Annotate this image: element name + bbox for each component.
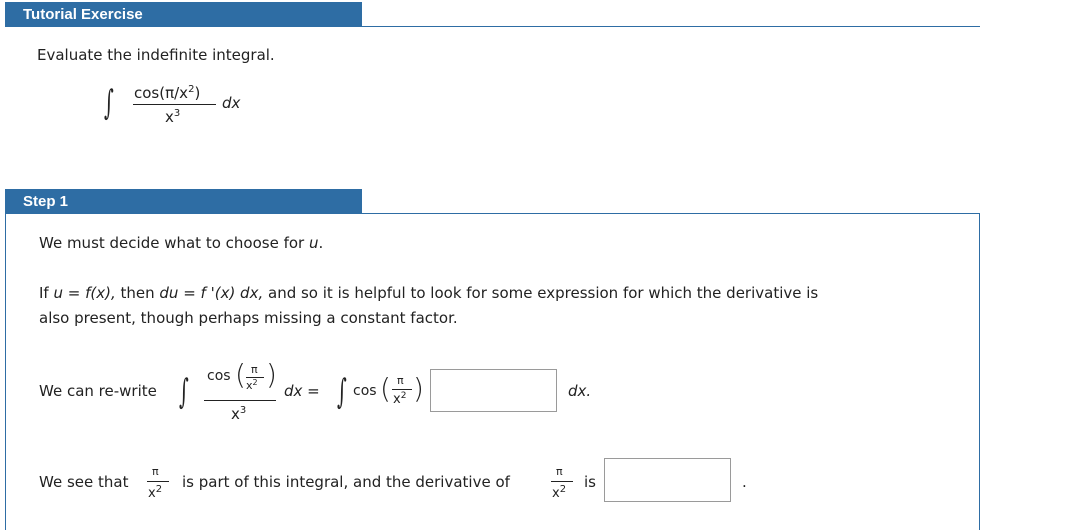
see-x2-1: x2	[148, 484, 163, 501]
rewrite-dx-equals: dx =	[284, 382, 320, 400]
see-x2-2: x2	[552, 484, 567, 501]
step1-line3: also present, though perhaps missing a c…	[39, 309, 458, 327]
tutorial-rule	[5, 26, 980, 27]
rewrite-denominator: x3	[231, 405, 247, 423]
rewrite-integral-sign-left: ∫	[178, 372, 189, 412]
see-is-text: is	[584, 473, 596, 491]
rewrite-paren-right-open: (	[380, 372, 391, 405]
rewrite-pi-left: π	[251, 363, 258, 376]
step1-title: Step 1	[23, 193, 69, 210]
derivative-answer-input[interactable]	[604, 458, 731, 502]
integral-numerator: cos(π/x2)	[134, 84, 201, 102]
tutorial-title: Tutorial Exercise	[23, 6, 143, 23]
rewrite-x2-right: x2	[393, 391, 407, 407]
rewrite-cos-left: cos	[207, 368, 231, 384]
see-middle-text: is part of this integral, and the deriva…	[182, 473, 510, 491]
step1-line2: If u = f(x), then du = f '(x) dx, and so…	[39, 284, 819, 302]
step1-line1: We must decide what to choose for u.	[39, 234, 324, 252]
see-bar-1	[147, 481, 169, 482]
see-pi-2: π	[556, 465, 563, 478]
see-end-period: .	[742, 473, 747, 491]
rewrite-fraction-bar	[204, 400, 276, 401]
rewrite-pi-right: π	[397, 374, 404, 387]
tutorial-header: Tutorial Exercise	[5, 2, 362, 27]
integral-sign: ∫	[103, 83, 114, 123]
rewrite-cos-right: cos	[353, 383, 377, 399]
rewrite-inner-bar-right	[392, 389, 412, 390]
rewrite-paren-right-close: )	[413, 372, 424, 405]
rewrite-paren-left-close: )	[266, 358, 277, 391]
step1-box-right	[979, 213, 980, 530]
see-pi-1: π	[152, 465, 159, 478]
rewrite-x2-left: x2	[246, 378, 258, 392]
rewrite-paren-left-open: (	[235, 358, 246, 391]
integral-dx: dx	[222, 94, 241, 112]
step1-box-left	[5, 213, 6, 530]
rewrite-answer-input[interactable]	[430, 369, 557, 412]
step1-header: Step 1	[5, 189, 362, 214]
rewrite-integral-sign-right: ∫	[336, 372, 347, 412]
prompt-text: Evaluate the indefinite integral.	[37, 46, 275, 64]
rewrite-dx-end: dx.	[568, 382, 592, 400]
rewrite-label: We can re-write	[39, 382, 157, 400]
see-label: We see that	[39, 473, 129, 491]
see-bar-2	[551, 481, 573, 482]
integral-fraction-bar	[133, 104, 216, 105]
step1-rule	[5, 213, 980, 214]
integral-denominator: x3	[165, 108, 181, 126]
